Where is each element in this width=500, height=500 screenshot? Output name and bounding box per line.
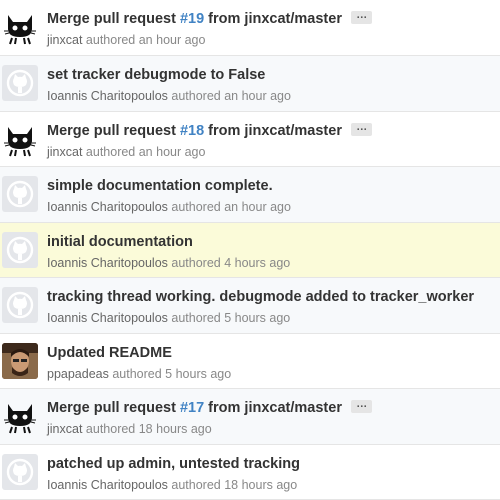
commit-title[interactable]: simple documentation complete.	[47, 178, 273, 194]
authored-label: authored	[82, 422, 139, 436]
jinxcat-avatar[interactable]	[2, 121, 38, 157]
octocat-avatar[interactable]	[2, 176, 38, 212]
commit-author[interactable]: ppapadeas	[47, 367, 109, 381]
pull-request-link[interactable]: #17	[180, 400, 204, 416]
commit-row[interactable]: Merge pull request #19 from jinxcat/mast…	[0, 0, 500, 56]
commit-meta: jinxcat authored an hour ago	[47, 145, 205, 159]
expand-message-button[interactable]: …	[350, 121, 372, 136]
authored-label: authored	[167, 200, 225, 214]
ppapadeas-photo[interactable]	[2, 342, 38, 379]
octocat-avatar[interactable]	[2, 453, 38, 490]
commit-row[interactable]: Merge pull request #17 from jinxcat/mast…	[0, 389, 500, 445]
commit-row[interactable]: tracking thread working. debugmode added…	[0, 278, 500, 334]
authored-label: authored	[167, 311, 225, 325]
commit-meta: ppapadeas authored 5 hours ago	[47, 367, 231, 381]
authored-label: authored	[82, 33, 139, 47]
commit-time: an hour ago	[224, 89, 291, 103]
commit-author[interactable]: Ioannis Charitopoulos	[47, 89, 168, 103]
commit-author[interactable]: jinxcat	[47, 422, 82, 436]
commit-row[interactable]: Updated README ppapadeas authored 5 hour…	[0, 333, 500, 389]
authored-label: authored	[108, 366, 166, 381]
commit-title[interactable]: patched up admin, untested tracking	[47, 456, 300, 472]
commit-author[interactable]: Ioannis Charitopoulos	[47, 256, 168, 270]
commit-title[interactable]: Merge pull request #18 from jinxcat/mast…	[47, 121, 372, 139]
commit-title[interactable]: Merge pull request #19 from jinxcat/mast…	[47, 10, 372, 27]
commit-title-rest[interactable]: from jinxcat/master	[204, 11, 342, 27]
commit-author[interactable]: Ioannis Charitopoulos	[47, 311, 168, 325]
commit-title-rest[interactable]: from jinxcat/master	[204, 123, 342, 139]
commit-title-text[interactable]: Merge pull request	[47, 11, 180, 27]
commit-time: an hour ago	[138, 144, 206, 159]
commit-meta: Ioannis Charitopoulos authored an hour a…	[47, 200, 291, 214]
commit-author[interactable]: Ioannis Charitopoulos	[47, 200, 168, 214]
commit-row[interactable]: Merge pull request #18 from jinxcat/mast…	[0, 111, 500, 167]
octocat-avatar[interactable]	[2, 231, 38, 268]
authored-label: authored	[167, 477, 225, 492]
jinxcat-avatar[interactable]	[2, 9, 38, 45]
expand-message-button[interactable]: …	[350, 10, 372, 25]
commit-author[interactable]: Ioannis Charitopoulos	[47, 478, 168, 492]
commit-time: 18 hours ago	[224, 477, 298, 492]
commit-row[interactable]: patched up admin, untested tracking Ioan…	[0, 444, 500, 500]
commit-row[interactable]: initial documentation Ioannis Charitopou…	[0, 222, 500, 278]
authored-label: authored	[167, 89, 225, 103]
commit-meta: Ioannis Charitopoulos authored an hour a…	[47, 89, 291, 103]
commit-title-text[interactable]: Merge pull request	[47, 123, 180, 139]
commit-title[interactable]: initial documentation	[47, 234, 193, 250]
commit-title[interactable]: Updated README	[47, 345, 172, 361]
commit-title[interactable]: tracking thread working. debugmode added…	[47, 289, 474, 305]
authored-label: authored	[82, 144, 139, 159]
commit-title[interactable]: set tracker debugmode to False	[47, 67, 265, 83]
commit-title-rest[interactable]: from jinxcat/master	[204, 400, 342, 416]
commit-author[interactable]: jinxcat	[47, 33, 82, 47]
commit-meta: jinxcat authored an hour ago	[47, 33, 205, 47]
commit-row[interactable]: set tracker debugmode to False Ioannis C…	[0, 56, 500, 112]
authored-label: authored	[167, 255, 225, 270]
commit-row[interactable]: simple documentation complete. Ioannis C…	[0, 167, 500, 223]
commit-time: 5 hours ago	[224, 311, 291, 325]
commit-time: an hour ago	[224, 200, 291, 214]
expand-message-button[interactable]: …	[350, 399, 372, 414]
jinxcat-avatar[interactable]	[2, 398, 38, 434]
commit-meta: Ioannis Charitopoulos authored 18 hours …	[47, 478, 297, 492]
commit-meta: jinxcat authored 18 hours ago	[47, 422, 212, 436]
octocat-avatar[interactable]	[2, 65, 38, 101]
commit-title-text[interactable]: Merge pull request	[47, 400, 180, 416]
commit-meta: Ioannis Charitopoulos authored 4 hours a…	[47, 256, 290, 270]
commit-list: Merge pull request #19 from jinxcat/mast…	[0, 0, 500, 500]
pull-request-link[interactable]: #18	[180, 123, 204, 139]
commit-time: 18 hours ago	[138, 422, 212, 436]
commit-time: 4 hours ago	[224, 255, 291, 270]
commit-meta: Ioannis Charitopoulos authored 5 hours a…	[47, 311, 290, 325]
commit-author[interactable]: jinxcat	[47, 145, 82, 159]
pull-request-link[interactable]: #19	[180, 11, 204, 27]
commit-title[interactable]: Merge pull request #17 from jinxcat/mast…	[47, 399, 372, 416]
commit-time: 5 hours ago	[165, 366, 232, 381]
commit-time: an hour ago	[138, 33, 206, 47]
octocat-avatar[interactable]	[2, 287, 38, 323]
